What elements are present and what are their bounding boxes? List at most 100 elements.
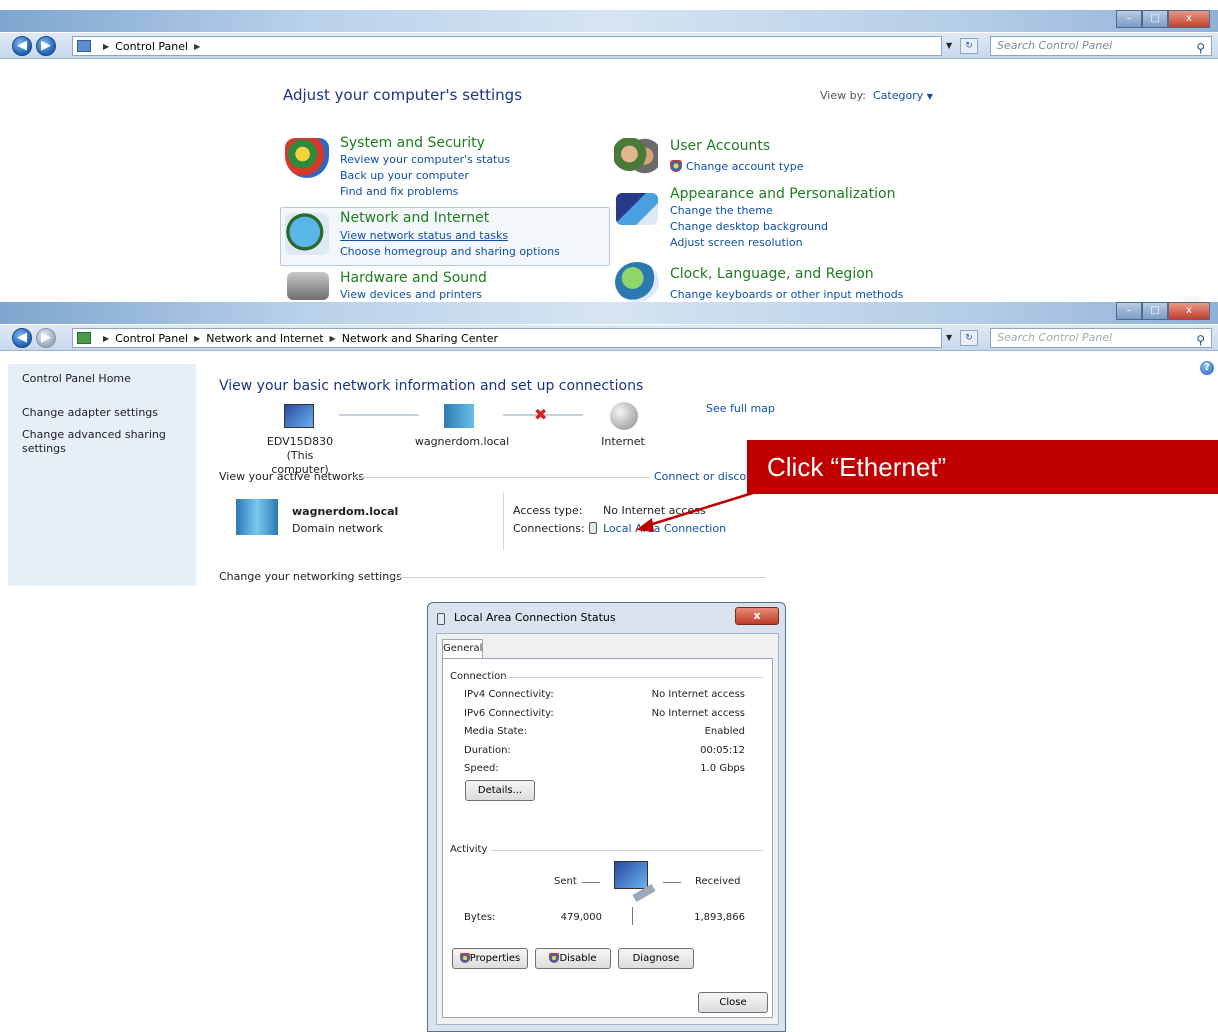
map-node-domain: wagnerdom.local bbox=[414, 435, 510, 448]
chevron-down-icon: ▼ bbox=[926, 92, 933, 101]
view-by-label: View by: bbox=[820, 89, 866, 102]
link-change-theme[interactable]: Change the theme bbox=[670, 203, 773, 219]
see-full-map-link[interactable]: See full map bbox=[706, 402, 775, 415]
chevron-down-icon[interactable]: ▼ bbox=[946, 41, 952, 50]
close-dialog-button[interactable]: Close bbox=[698, 992, 768, 1013]
category-title-user-accounts[interactable]: User Accounts bbox=[670, 138, 770, 154]
category-title-appearance[interactable]: Appearance and Personalization bbox=[670, 186, 895, 202]
sidebar-item-home[interactable]: Control Panel Home bbox=[22, 372, 196, 386]
clock-globe-icon bbox=[615, 262, 659, 302]
refresh-icon[interactable]: ↻ bbox=[960, 38, 978, 54]
bytes-label: Bytes: bbox=[464, 912, 496, 923]
window2-titlebar: – □ x bbox=[0, 302, 1218, 324]
category-title-network[interactable]: Network and Internet bbox=[340, 210, 489, 226]
refresh-icon[interactable]: ↻ bbox=[960, 330, 978, 346]
window1-address-bar: ◀ ▶ ▶ Control Panel ▶ ▼ ↻ Search Control… bbox=[0, 33, 1218, 59]
bytes-sent: 479,000 bbox=[560, 912, 602, 923]
breadcrumb-item[interactable]: Network and Sharing Center bbox=[342, 332, 498, 345]
sidebar-item-adapter-settings[interactable]: Change adapter settings bbox=[22, 406, 196, 420]
status-dialog: Local Area Connection Status x General C… bbox=[427, 602, 786, 1032]
link-screen-resolution[interactable]: Adjust screen resolution bbox=[670, 235, 803, 251]
shield-icon bbox=[285, 138, 329, 178]
control-panel-icon bbox=[77, 40, 91, 52]
divider bbox=[632, 907, 633, 925]
breadcrumb[interactable]: ▶ Control Panel ▶ Network and Internet ▶… bbox=[72, 328, 942, 348]
category-title-clock[interactable]: Clock, Language, and Region bbox=[670, 266, 874, 282]
domain-network-large-icon bbox=[236, 499, 278, 535]
link-desktop-background[interactable]: Change desktop background bbox=[670, 219, 828, 235]
chevron-right-icon: ▶ bbox=[103, 41, 110, 51]
ethernet-plug-icon bbox=[589, 522, 597, 534]
minimize-button[interactable]: – bbox=[1116, 10, 1142, 28]
window2-address-bar: ◀ ▶ ▶ Control Panel ▶ Network and Intern… bbox=[0, 325, 1218, 351]
diagnose-button[interactable]: Diagnose bbox=[618, 948, 694, 969]
connect-disconnect-link[interactable]: Connect or discon bbox=[654, 470, 753, 483]
chevron-down-icon[interactable]: ▼ bbox=[946, 333, 952, 342]
link-devices-printers[interactable]: View devices and printers bbox=[340, 287, 482, 303]
category-title-system-security[interactable]: System and Security bbox=[340, 135, 485, 151]
tab-general[interactable]: General bbox=[442, 639, 483, 659]
dialog-title: Local Area Connection Status bbox=[454, 611, 616, 624]
breadcrumb-item[interactable]: Control Panel bbox=[115, 332, 188, 345]
forward-button[interactable]: ▶ bbox=[36, 328, 56, 348]
link-view-network-status[interactable]: View network status and tasks bbox=[340, 228, 508, 244]
ipv4-label: IPv4 Connectivity: bbox=[464, 689, 554, 700]
view-by-value: Category bbox=[873, 89, 924, 102]
link-review-status[interactable]: Review your computer's status bbox=[340, 152, 510, 168]
callout-text: Click “Ethernet” bbox=[767, 452, 947, 482]
sent-label: Sent bbox=[554, 876, 577, 887]
forward-button[interactable]: ▶ bbox=[36, 36, 56, 56]
link-backup[interactable]: Back up your computer bbox=[340, 168, 469, 184]
minimize-button[interactable]: – bbox=[1116, 302, 1142, 320]
network-center-heading: View your basic network information and … bbox=[219, 378, 644, 394]
breadcrumb-item[interactable]: Network and Internet bbox=[206, 332, 323, 345]
internet-globe-icon bbox=[610, 402, 638, 430]
ipv6-label: IPv6 Connectivity: bbox=[464, 708, 554, 719]
uac-shield-icon bbox=[670, 160, 682, 172]
dialog-close-button[interactable]: x bbox=[735, 607, 779, 625]
maximize-button[interactable]: □ bbox=[1142, 10, 1168, 28]
search-input[interactable]: Search Control Panel ⚲ bbox=[990, 328, 1212, 348]
category-title-hardware[interactable]: Hardware and Sound bbox=[340, 270, 487, 286]
link-homegroup[interactable]: Choose homegroup and sharing options bbox=[340, 244, 560, 260]
breadcrumb[interactable]: ▶ Control Panel ▶ bbox=[72, 36, 942, 56]
link-keyboards[interactable]: Change keyboards or other input methods bbox=[670, 287, 903, 303]
search-placeholder: Search Control Panel bbox=[997, 39, 1113, 52]
uac-shield-icon bbox=[549, 953, 560, 963]
link-change-account-type[interactable]: Change account type bbox=[686, 159, 804, 175]
network-globe-icon bbox=[285, 213, 329, 255]
window1-controls: – □ x bbox=[1116, 10, 1210, 28]
map-node-internet: Internet bbox=[601, 435, 645, 448]
link-fix-problems[interactable]: Find and fix problems bbox=[340, 184, 458, 200]
chevron-right-icon: ▶ bbox=[103, 333, 110, 343]
close-button[interactable]: x bbox=[1168, 10, 1210, 28]
breadcrumb-item[interactable]: Control Panel bbox=[115, 40, 188, 53]
details-button[interactable]: Details... bbox=[465, 780, 535, 801]
uac-shield-icon bbox=[459, 953, 470, 963]
duration-label: Duration: bbox=[464, 745, 511, 756]
page-title: Adjust your computer's settings bbox=[283, 86, 523, 104]
back-button[interactable]: ◀ bbox=[12, 328, 32, 348]
disconnected-x-icon: ✖ bbox=[534, 405, 548, 424]
properties-button[interactable]: Properties bbox=[452, 948, 528, 969]
disable-button[interactable]: Disable bbox=[535, 948, 611, 969]
chevron-right-icon: ▶ bbox=[329, 333, 336, 343]
divider bbox=[505, 677, 763, 678]
close-button[interactable]: x bbox=[1168, 302, 1210, 320]
search-icon[interactable]: ⚲ bbox=[1196, 39, 1205, 57]
back-button[interactable]: ◀ bbox=[12, 36, 32, 56]
window1-titlebar: – □ x bbox=[0, 10, 1218, 32]
sidebar-item-sharing-settings[interactable]: Change advanced sharing settings bbox=[22, 428, 172, 456]
maximize-button[interactable]: □ bbox=[1142, 302, 1168, 320]
ethernet-plug-icon bbox=[437, 613, 445, 625]
chevron-right-icon[interactable]: ▶ bbox=[194, 42, 200, 51]
help-icon[interactable]: ? bbox=[1200, 361, 1214, 375]
search-placeholder: Search Control Panel bbox=[997, 331, 1113, 344]
instruction-callout: Click “Ethernet” bbox=[747, 440, 1218, 494]
search-input[interactable]: Search Control Panel ⚲ bbox=[990, 36, 1212, 56]
view-by-dropdown[interactable]: Category ▼ bbox=[873, 89, 933, 102]
ipv4-value: No Internet access bbox=[651, 689, 745, 700]
search-icon[interactable]: ⚲ bbox=[1196, 331, 1205, 349]
map-line bbox=[339, 414, 419, 416]
printer-icon bbox=[287, 272, 329, 300]
